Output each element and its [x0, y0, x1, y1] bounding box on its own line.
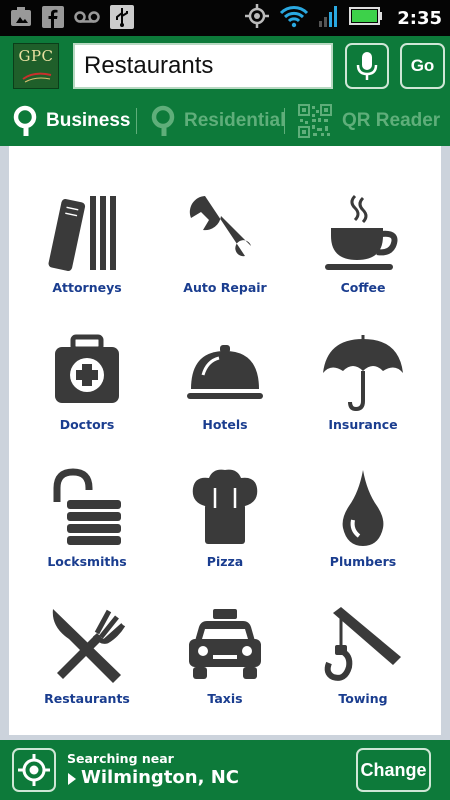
tab-qr-reader[interactable]: QR Reader — [298, 96, 440, 146]
image-icon — [10, 6, 32, 32]
tab-residential-label: Residential — [184, 110, 286, 131]
category-label: Restaurants — [44, 691, 130, 706]
magnifier-icon — [13, 105, 37, 136]
category-towing[interactable]: Towing — [291, 557, 435, 706]
coffee-cup-icon — [325, 194, 398, 270]
category-taxis[interactable]: Taxis — [153, 557, 297, 706]
status-bar: 2:35 — [0, 0, 450, 36]
tab-divider — [136, 108, 137, 134]
search-header: GPC Restaurants Go — [0, 36, 450, 96]
tab-business[interactable]: Business — [12, 96, 130, 146]
chef-hat-icon — [192, 469, 258, 544]
tow-hook-icon — [324, 607, 401, 681]
tab-business-label: Business — [46, 110, 131, 131]
current-location-button[interactable] — [12, 748, 56, 792]
app-logo: GPC — [13, 43, 59, 89]
tab-qr-reader-label: QR Reader — [342, 110, 441, 131]
category-insurance[interactable]: Insurance — [291, 283, 435, 432]
search-type-tabs: Business Residential QR Reader — [0, 96, 450, 146]
category-label: Taxis — [207, 691, 243, 706]
category-doctors[interactable]: Doctors — [15, 283, 159, 432]
searching-near-label: Searching near — [67, 751, 174, 766]
go-button[interactable]: Go — [400, 43, 445, 89]
qr-code-icon — [298, 104, 332, 138]
magnifier-icon — [151, 105, 175, 136]
taxi-icon — [189, 609, 261, 679]
tab-residential[interactable]: Residential — [150, 96, 285, 146]
category-locksmiths[interactable]: Locksmiths — [15, 420, 159, 569]
facebook-icon — [42, 6, 64, 32]
search-input[interactable]: Restaurants — [73, 43, 333, 89]
triangle-right-icon — [68, 773, 76, 785]
current-city[interactable]: Wilmington, NC — [81, 767, 239, 788]
umbrella-icon — [323, 335, 403, 411]
category-hotels[interactable]: Hotels — [153, 283, 297, 432]
voicemail-icon — [74, 6, 100, 32]
crosshair-icon — [18, 754, 50, 786]
clock-time: 2:35 — [397, 7, 442, 29]
logo-swoosh-icon — [22, 72, 52, 83]
service-bell-icon — [187, 345, 263, 399]
category-plumbers[interactable]: Plumbers — [291, 420, 435, 569]
padlock-icon — [53, 468, 121, 545]
category-pizza[interactable]: Pizza — [153, 420, 297, 569]
gps-icon — [245, 4, 270, 32]
category-coffee[interactable]: Coffee — [291, 146, 435, 295]
usb-icon — [110, 5, 134, 33]
category-label: Towing — [338, 691, 388, 706]
tab-divider — [284, 108, 285, 134]
logo-text: GPC — [18, 47, 54, 65]
water-drop-icon — [342, 470, 384, 546]
location-footer: Searching near Wilmington, NC Change — [0, 740, 450, 800]
voice-search-button[interactable] — [345, 43, 389, 89]
wifi-icon — [279, 4, 309, 32]
signal-icon — [319, 5, 339, 31]
knife-fork-icon — [52, 609, 126, 683]
category-restaurants[interactable]: Restaurants — [15, 557, 159, 706]
category-auto-repair[interactable]: Auto Repair — [153, 146, 297, 295]
battery-icon — [349, 5, 383, 31]
first-aid-kit-icon — [55, 334, 119, 403]
wrench-icon — [189, 196, 256, 259]
books-icon — [48, 196, 116, 271]
category-attorneys[interactable]: Attorneys — [15, 146, 159, 295]
microphone-icon — [356, 52, 378, 80]
change-location-button[interactable]: Change — [356, 748, 431, 792]
category-grid: Attorneys Auto Repair Coffee Doctors Hot… — [9, 146, 441, 735]
